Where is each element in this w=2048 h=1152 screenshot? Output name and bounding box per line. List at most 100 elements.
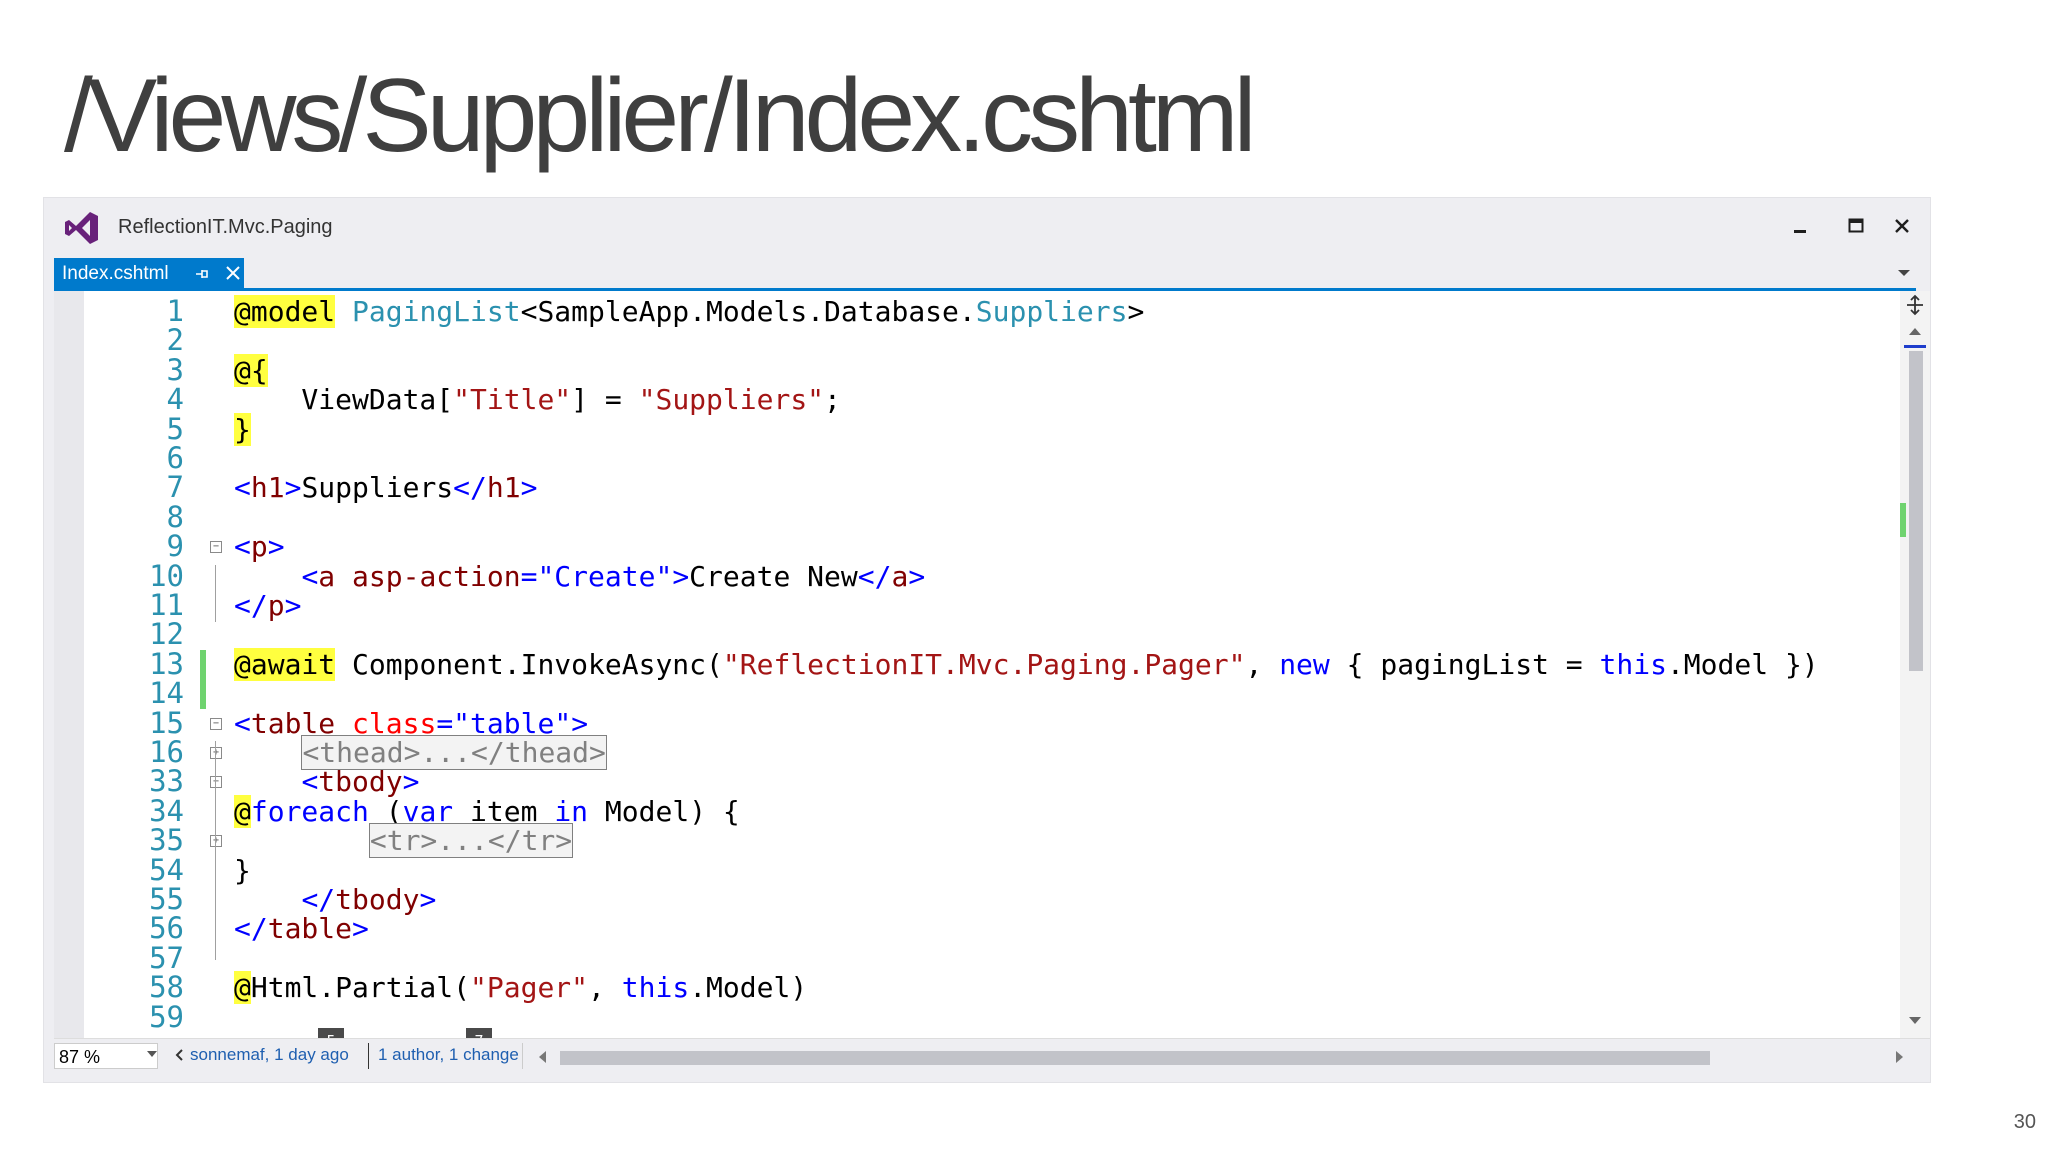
code-token: tbody [318, 765, 403, 799]
horizontal-scroll-thumb[interactable] [560, 1051, 1710, 1065]
code-token: > [284, 589, 302, 622]
code-token: <SampleApp.Models.Database. [520, 295, 976, 328]
minimize-button[interactable] [1772, 204, 1828, 248]
line-number: 58 [149, 970, 184, 1005]
code-text: @foreach (var item in Model) { [234, 794, 740, 828]
code-token: "Pager" [470, 971, 589, 1005]
code-text: <h1>Suppliers</h1> [234, 473, 537, 502]
code-text: <a asp-action="Create">Create New</a> [234, 562, 925, 591]
code-token: @model [234, 295, 336, 328]
code-token: Html.Partial( [250, 971, 471, 1005]
close-button[interactable] [1874, 204, 1930, 248]
zoom-dropdown[interactable]: 87 % [54, 1043, 158, 1069]
code-token: p [250, 530, 268, 564]
code-token: </ [453, 471, 487, 505]
code-token: @ [234, 794, 251, 828]
line-number: 1 [166, 294, 184, 328]
visual-studio-logo-icon [65, 212, 98, 244]
line-number: 6 [166, 441, 184, 475]
code-text: <tbody> [234, 767, 419, 796]
line-number: 9 [166, 529, 184, 564]
codelens-author[interactable]: sonnemaf, 1 day ago [174, 1045, 349, 1065]
code-token: Create New [689, 559, 858, 593]
zoom-level: 87 % [59, 1047, 101, 1067]
code-token: tbody [335, 883, 420, 916]
code-token: </ [234, 912, 268, 946]
code-token: > [672, 559, 690, 593]
tab-dropdown-icon[interactable] [1896, 266, 1912, 278]
status-bar: 87 % sonnemaf, 1 day ago 1 author, 1 cha… [54, 1038, 1930, 1073]
scroll-down-icon[interactable] [1907, 1015, 1923, 1027]
line-number: 12 [149, 617, 184, 652]
tab-index-cshtml[interactable]: Index.cshtml [54, 258, 244, 288]
scroll-right-icon[interactable] [1894, 1049, 1906, 1065]
chevron-down-icon[interactable] [146, 1049, 158, 1059]
code-token: h1 [250, 471, 285, 505]
scroll-up-icon[interactable] [1907, 325, 1923, 337]
code-token: > [352, 912, 369, 946]
scroll-left-icon[interactable] [536, 1049, 548, 1065]
pin-icon[interactable] [194, 264, 210, 284]
code-editor[interactable]: 1 @model PagingList<SampleApp.Models.Data… [54, 291, 1930, 1054]
code-token: , [1245, 647, 1280, 681]
code-token: PagingList [352, 295, 521, 328]
code-token: Suppliers [301, 471, 454, 505]
collapse-icon[interactable]: − [210, 717, 222, 730]
collapse-icon[interactable]: − [210, 776, 222, 789]
expand-icon[interactable]: + [210, 835, 222, 848]
line-number: 10 [149, 558, 184, 593]
tab-close-icon[interactable] [224, 264, 242, 282]
code-text: @Html.Partial("Pager", this.Model) [234, 971, 807, 1005]
line-number: 2 [166, 323, 184, 358]
code-token: } [234, 412, 251, 446]
codelens-changes-text: 1 author, 1 change [378, 1045, 519, 1064]
code-token: </ [234, 589, 268, 622]
scroll-position-marker [1904, 345, 1926, 348]
code-token: foreach [250, 794, 369, 828]
line-number: 34 [149, 793, 184, 828]
code-text: } [234, 856, 251, 885]
codelens-changes[interactable]: 1 author, 1 change [378, 1045, 519, 1065]
scroll-thumb[interactable] [1909, 351, 1923, 671]
title-bar: ReflectionIT.Mvc.Paging [44, 198, 1930, 258]
line-number: 15 [149, 705, 184, 740]
code-text: <tr>...</tr> [234, 823, 574, 859]
code-area[interactable]: 1 @model PagingList<SampleApp.Models.Data… [84, 291, 1939, 1054]
close-icon [1895, 219, 1909, 233]
code-token: a [891, 559, 909, 593]
line-number: 3 [166, 352, 184, 387]
code-token: { pagingList = [1329, 647, 1600, 681]
code-token: Model) { [588, 794, 740, 828]
expand-icon[interactable]: + [210, 747, 222, 759]
code-text: @await Component.InvokeAsync("Reflection… [234, 647, 1819, 681]
line-number: 16 [149, 735, 184, 769]
line-number: 56 [149, 911, 184, 946]
code-token: this [621, 971, 690, 1005]
code-token: @await [234, 647, 336, 681]
vertical-scrollbar[interactable] [1900, 291, 1930, 1038]
code-text: ViewData["Title"] = "Suppliers"; [234, 385, 840, 414]
code-token: > [402, 765, 420, 799]
code-text: </tbody> [234, 885, 436, 914]
code-token: < [234, 706, 251, 740]
slide-number: 30 [2013, 1111, 2036, 1133]
code-token: < [234, 530, 251, 564]
code-token: < [301, 559, 319, 593]
code-token: .Model }) [1666, 647, 1819, 681]
code-token: > [520, 471, 538, 505]
chevron-left-icon[interactable] [174, 1048, 184, 1062]
code-token: table [267, 912, 353, 946]
line-number: 13 [149, 646, 184, 681]
code-token: @ [234, 971, 251, 1005]
split-icon[interactable] [1904, 293, 1926, 317]
code-text: @{ [234, 353, 268, 387]
code-token: @{ [234, 353, 268, 387]
tab-label: Index.cshtml [62, 263, 169, 284]
horizontal-scrollbar[interactable] [530, 1043, 1930, 1069]
collapse-icon[interactable]: − [210, 541, 222, 554]
